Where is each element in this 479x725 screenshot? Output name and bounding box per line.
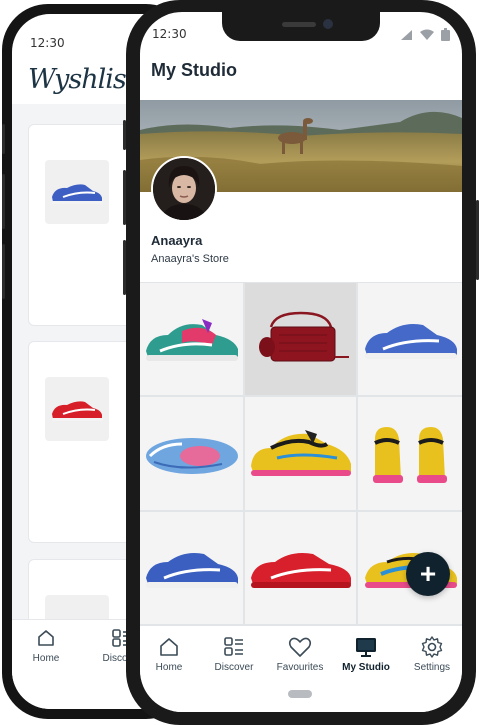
sneaker-image (250, 429, 351, 476)
status-time: 12:30 (152, 27, 187, 41)
bottom-nav: Home Discover Favourites My Studio Setti… (140, 625, 462, 712)
store-name: Anaayra's Store (151, 253, 229, 265)
discover-icon (224, 637, 243, 656)
sneaker-pair-image (373, 426, 447, 483)
home-icon (38, 630, 54, 646)
avatar[interactable] (151, 156, 217, 222)
heart-icon (288, 637, 312, 657)
phone-notch (222, 12, 380, 41)
nav-label: Home (32, 653, 60, 664)
product-tile[interactable] (140, 283, 243, 395)
product-thumbnail (45, 377, 109, 441)
profile-name: Anaayra (151, 233, 203, 248)
product-tile[interactable] (140, 512, 243, 624)
nav-my-studio[interactable]: My Studio (334, 632, 398, 673)
plus-icon: + (419, 558, 437, 589)
page-title: My Studio (151, 60, 237, 80)
nav-label: Settings (413, 662, 451, 673)
phone-side-button (2, 124, 5, 154)
nav-settings[interactable]: Settings (400, 632, 462, 673)
sneaker-image (145, 319, 238, 361)
signal-icon (401, 29, 412, 40)
gear-icon (421, 636, 443, 658)
sneaker-image (365, 324, 457, 359)
nav-label: My Studio (342, 662, 390, 673)
nav-label: Home (155, 662, 183, 673)
product-tile[interactable] (140, 397, 243, 510)
status-icons (400, 28, 450, 41)
home-icon (160, 638, 178, 656)
battery-icon (441, 28, 450, 41)
add-product-button[interactable]: + (406, 552, 450, 596)
nav-label: Discover (214, 662, 254, 673)
nav-discover[interactable]: Discover (202, 632, 266, 673)
nav-home[interactable]: Home (26, 628, 66, 664)
handbag-image (258, 311, 349, 362)
app-logo: Wyshlist (28, 64, 137, 95)
nav-label: Favourites (276, 662, 324, 673)
phone-side-button (123, 240, 126, 295)
sneaker-image (145, 553, 238, 588)
phone-side-button (2, 244, 5, 299)
sneaker-image (145, 437, 238, 474)
product-tile[interactable] (358, 397, 462, 510)
camera-icon (323, 19, 333, 29)
nav-favourites[interactable]: Favourites (268, 632, 332, 673)
phone-side-button (2, 174, 5, 229)
speaker-grille (282, 22, 316, 27)
front-phone-screen: 12:30 My Studio Anaayra Anaayra's Store … (140, 12, 462, 712)
product-tile[interactable] (245, 397, 356, 510)
sneaker-image (250, 553, 351, 588)
product-thumbnail (45, 160, 109, 224)
home-indicator (288, 690, 312, 698)
wifi-icon (420, 29, 434, 40)
status-time: 12:30 (30, 36, 65, 50)
product-tile[interactable] (245, 283, 356, 395)
phone-side-button (123, 120, 126, 150)
nav-home[interactable]: Home (140, 632, 201, 673)
product-tile[interactable] (245, 512, 356, 624)
studio-icon (356, 638, 376, 657)
front-phone: 12:30 My Studio Anaayra Anaayra's Store … (123, 0, 479, 725)
product-tile[interactable] (358, 283, 462, 395)
phone-side-button (123, 170, 126, 225)
